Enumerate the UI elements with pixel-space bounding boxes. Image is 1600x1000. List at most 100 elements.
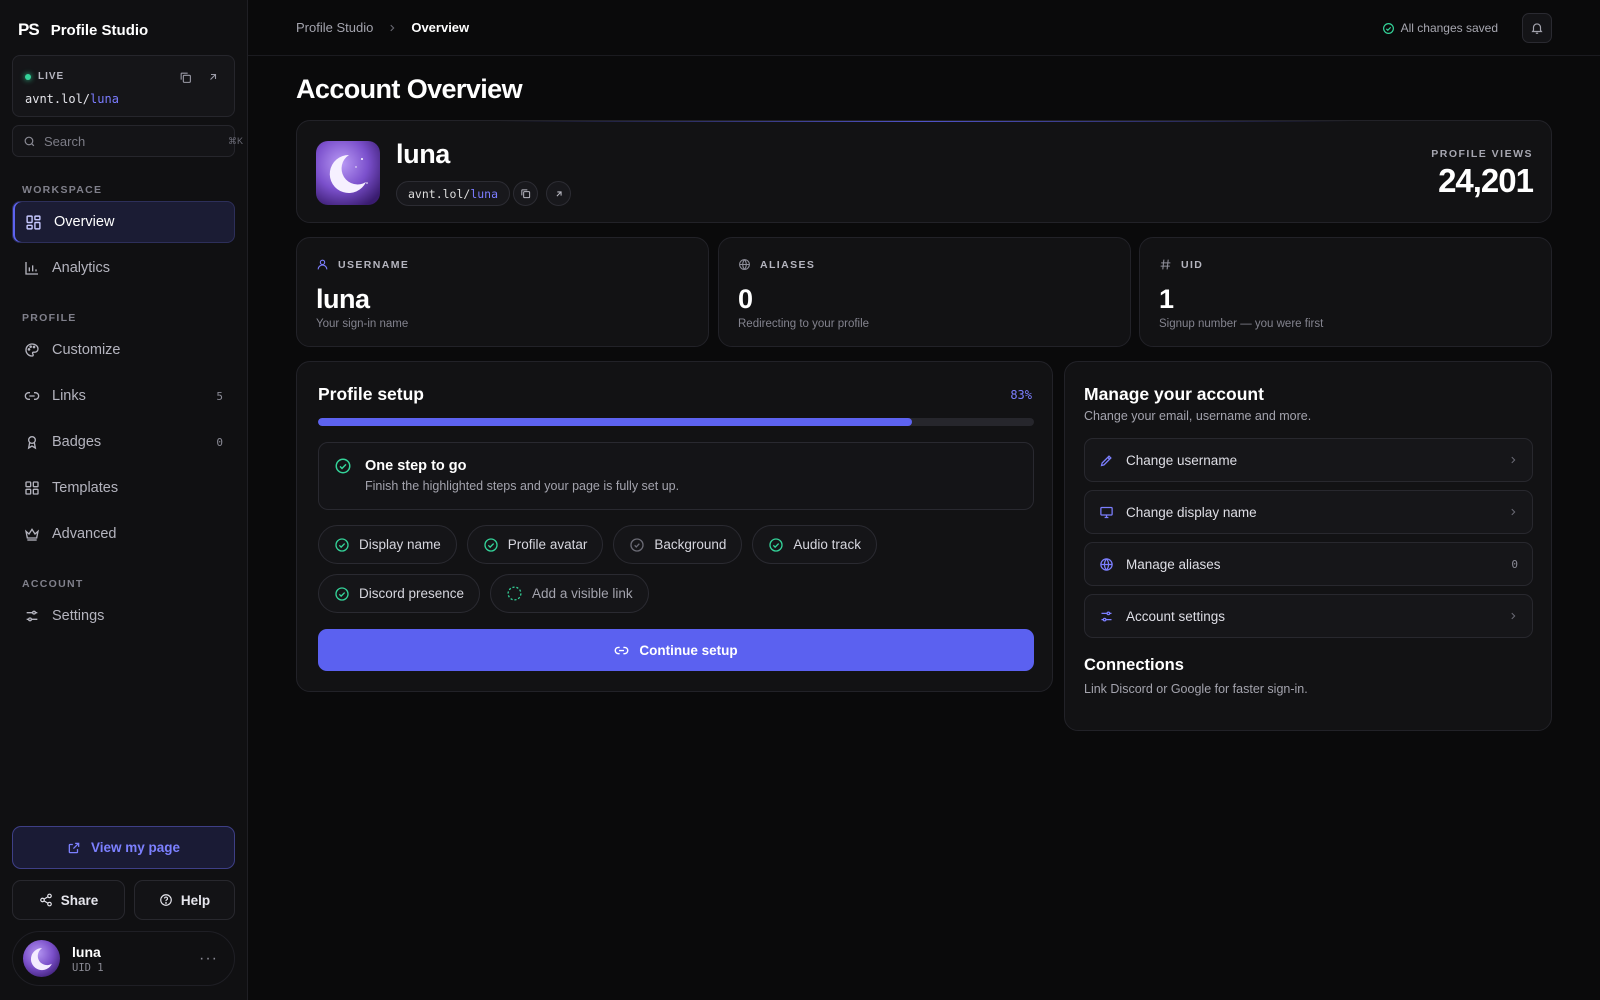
breadcrumb-root[interactable]: Profile Studio xyxy=(296,20,373,35)
notifications-button[interactable] xyxy=(1522,13,1552,43)
setup-percent: 83% xyxy=(1010,388,1032,402)
sidebar-item-label: Badges xyxy=(52,434,102,450)
user-icon xyxy=(316,258,329,271)
sidebar-item-label: Analytics xyxy=(52,260,111,276)
share-label: Share xyxy=(60,892,99,908)
link-icon xyxy=(24,388,40,404)
check-circle-icon xyxy=(334,537,350,553)
connections-sub: Link Discord or Google for faster sign-i… xyxy=(1084,682,1308,696)
setup-note-title: One step to go xyxy=(365,458,467,474)
profile-url-prefix: avnt.lol/ xyxy=(408,186,471,201)
section-account: ACCOUNT xyxy=(22,578,84,590)
breadcrumb-current: Overview xyxy=(411,20,470,35)
copy-url-button[interactable] xyxy=(513,181,538,206)
step-chip-audio-track[interactable]: Audio track xyxy=(752,525,877,564)
sidebar-item-settings[interactable]: Settings xyxy=(12,595,235,637)
stat-label: USERNAME xyxy=(338,258,410,271)
breadcrumb: Profile Studio Overview xyxy=(296,20,469,35)
sidebar: PS Profile Studio LIVE avnt.lol/luna ⌘K … xyxy=(0,0,248,1000)
help-button[interactable]: Help xyxy=(134,880,235,920)
sidebar-item-label: Customize xyxy=(52,342,121,358)
live-url[interactable]: avnt.lol/luna xyxy=(25,92,119,106)
search-input[interactable] xyxy=(44,133,220,149)
external-arrow-icon xyxy=(554,189,564,199)
account-settings-row[interactable]: Account settings xyxy=(1084,594,1533,638)
profile-card: luna avnt.lol/luna PROFILE VIEWS 24,201 xyxy=(296,120,1552,223)
sidebar-item-label: Templates xyxy=(52,480,119,496)
award-icon xyxy=(24,434,40,450)
step-chip-discord-presence[interactable]: Discord presence xyxy=(318,574,481,613)
palette-icon xyxy=(24,342,40,358)
change-display-name-row[interactable]: Change display name xyxy=(1084,490,1533,534)
search-shortcut: ⌘K xyxy=(228,135,244,146)
profile-url[interactable]: avnt.lol/luna xyxy=(396,181,511,206)
chevron-right-icon xyxy=(1511,508,1516,516)
sidebar-item-links[interactable]: Links 5 xyxy=(12,375,235,417)
badges-count: 0 xyxy=(216,435,223,449)
sidebar-item-label: Advanced xyxy=(52,526,117,542)
check-circle-icon xyxy=(768,537,784,553)
sliders-icon xyxy=(1101,611,1112,621)
save-status: All changes saved xyxy=(1382,21,1498,35)
step-chip-background[interactable]: Background xyxy=(613,525,743,564)
chevron-right-icon xyxy=(387,23,397,33)
user-card[interactable]: luna UID 1 ··· xyxy=(12,931,235,986)
search-icon xyxy=(23,135,36,148)
copy-icon[interactable] xyxy=(176,68,194,86)
row-label: Change username xyxy=(1126,452,1238,468)
setup-title: Profile setup xyxy=(318,384,424,404)
share-button[interactable]: Share xyxy=(12,880,125,920)
sidebar-item-templates[interactable]: Templates xyxy=(12,467,235,509)
external-arrow-icon[interactable] xyxy=(204,68,222,86)
sidebar-item-analytics[interactable]: Analytics xyxy=(12,247,235,289)
page-title: Account Overview xyxy=(296,74,523,104)
view-my-page-button[interactable]: View my page xyxy=(12,826,235,869)
user-uid: UID 1 xyxy=(72,961,104,974)
user-name: luna xyxy=(72,943,101,960)
step-label: Profile avatar xyxy=(507,537,588,552)
sliders-icon xyxy=(24,608,40,624)
live-url-card: LIVE avnt.lol/luna xyxy=(12,55,235,117)
open-url-button[interactable] xyxy=(546,181,571,206)
manage-account-card: Manage your account Change your email, u… xyxy=(1064,361,1552,731)
stat-sub: Signup number — you were first xyxy=(1159,318,1324,330)
live-label: LIVE xyxy=(38,71,65,82)
profile-views-value: 24,201 xyxy=(1438,162,1534,199)
aliases-count: 0 xyxy=(1511,557,1518,571)
brand[interactable]: PS Profile Studio xyxy=(18,20,148,40)
row-label: Change display name xyxy=(1126,504,1257,520)
sidebar-item-badges[interactable]: Badges 0 xyxy=(12,421,235,463)
topbar: Profile Studio Overview All changes save… xyxy=(248,0,1600,56)
manage-aliases-row[interactable]: Manage aliases 0 xyxy=(1084,542,1533,586)
step-chip-profile-avatar[interactable]: Profile avatar xyxy=(466,525,604,564)
share-icon xyxy=(39,893,53,907)
more-menu-icon[interactable]: ··· xyxy=(199,950,224,968)
setup-progress-bar xyxy=(318,418,1034,426)
brand-logo: PS xyxy=(18,20,40,39)
profile-name: luna xyxy=(396,139,450,169)
bell-icon xyxy=(1530,21,1544,35)
change-username-row[interactable]: Change username xyxy=(1084,438,1533,482)
sidebar-item-advanced[interactable]: Advanced xyxy=(12,513,235,555)
grid-icon xyxy=(25,214,42,231)
row-label: Account settings xyxy=(1126,608,1226,624)
step-chip-visible-link[interactable]: Add a visible link xyxy=(490,574,649,613)
sidebar-item-label: Settings xyxy=(52,608,105,624)
stat-card-aliases: ALIASES 0 Redirecting to your profile xyxy=(718,237,1131,347)
profile-avatar xyxy=(316,141,380,205)
sidebar-item-customize[interactable]: Customize xyxy=(12,329,235,371)
step-label: Add a visible link xyxy=(532,586,633,601)
sidebar-item-overview[interactable]: Overview xyxy=(12,201,235,243)
continue-setup-button[interactable]: Continue setup xyxy=(318,629,1034,671)
hash-icon xyxy=(1159,258,1172,271)
brand-name: Profile Studio xyxy=(50,21,149,39)
live-url-prefix: avnt.lol/ xyxy=(25,92,91,106)
check-circle-icon xyxy=(483,537,499,553)
check-circle-icon xyxy=(334,457,352,475)
stat-value: 0 xyxy=(738,284,753,314)
step-chip-display-name[interactable]: Display name xyxy=(318,525,457,564)
profile-url-handle: luna xyxy=(470,186,499,201)
search-box[interactable]: ⌘K xyxy=(12,125,243,157)
stat-value: 1 xyxy=(1159,284,1174,314)
stat-label: UID xyxy=(1181,258,1204,271)
